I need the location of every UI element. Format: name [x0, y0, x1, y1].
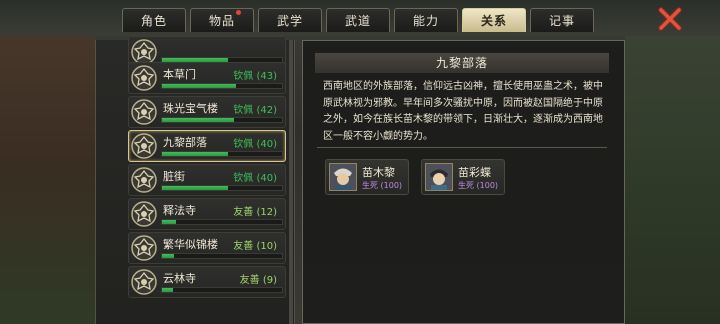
faction-emblem-icon — [129, 199, 159, 229]
faction-list-item[interactable]: 云林寺 友善 (9) — [128, 266, 286, 298]
faction-relation-status: 钦佩 (40) — [233, 173, 277, 184]
faction-list-item[interactable]: 脏街 钦佩 (40) — [128, 164, 286, 196]
relation-progress-bar — [161, 219, 283, 225]
faction-list-item[interactable]: 释法寺 友善 (12) — [128, 198, 286, 230]
faction-name: 繁华似锦楼 — [163, 238, 218, 251]
tab-martial-arts[interactable]: 武学 — [258, 8, 322, 32]
tab-label: 角色 — [140, 14, 167, 28]
tab-bar: 角色 物品 武学 武道 能力 关系 记事 — [122, 8, 594, 32]
divider — [317, 147, 607, 148]
relation-progress-bar — [161, 151, 283, 157]
tab-label: 记事 — [548, 14, 575, 28]
faction-emblem-icon — [129, 233, 159, 263]
close-button[interactable] — [657, 6, 683, 32]
tab-martial-way[interactable]: 武道 — [326, 8, 390, 32]
faction-relation-status: 友善 (12) — [233, 207, 277, 218]
tab-items[interactable]: 物品 — [190, 8, 254, 32]
relation-progress-bar — [161, 83, 283, 89]
relation-progress-fill — [162, 84, 237, 88]
member-relation: 生死 (100) — [458, 181, 499, 190]
tab-label: 关系 — [480, 14, 507, 28]
avatar — [425, 163, 453, 191]
faction-emblem-icon — [129, 97, 159, 127]
faction-emblem-icon — [129, 131, 159, 161]
tab-label: 武道 — [344, 14, 371, 28]
faction-name: 珠光宝气楼 — [163, 102, 218, 115]
close-x-icon — [658, 7, 682, 31]
avatar — [329, 163, 357, 191]
relation-progress-bar — [161, 253, 283, 259]
faction-name: 云林寺 — [163, 272, 196, 285]
tab-label: 武学 — [276, 14, 303, 28]
faction-detail-panel: 九黎部落 西南地区的外族部落，信仰远古凶神，擅长使用巫蛊之术，被中原武林视为邪教… — [302, 40, 625, 324]
relation-progress-fill — [162, 254, 174, 258]
relation-progress-bar — [161, 117, 283, 123]
member-name: 苗彩蝶 — [458, 166, 491, 179]
member-card[interactable]: 苗木黎 生死 (100) — [325, 159, 409, 195]
tab-relations[interactable]: 关系 — [462, 8, 526, 32]
relation-progress-fill — [162, 288, 173, 292]
relation-progress-bar — [161, 287, 283, 293]
faction-list-item[interactable]: 珠光宝气楼 钦佩 (42) — [128, 96, 286, 128]
faction-description: 西南地区的外族部落，信仰远古凶神，擅长使用巫蛊之术，被中原武林视为邪教。早年间多… — [323, 81, 603, 142]
faction-title: 九黎部落 — [315, 53, 609, 73]
faction-list-item[interactable]: 九黎部落 钦佩 (40) — [128, 130, 286, 162]
faction-relation-status: 友善 (10) — [233, 241, 277, 252]
faction-emblem-icon — [129, 267, 159, 297]
background-right — [625, 0, 720, 324]
faction-emblem-icon — [129, 165, 159, 195]
faction-list-item[interactable]: 本草门 钦佩 (43) — [128, 62, 286, 94]
relation-progress-fill — [162, 220, 177, 224]
tab-abilities[interactable]: 能力 — [394, 8, 458, 32]
faction-relation-status: 友善 (9) — [239, 275, 277, 286]
relation-progress-fill — [162, 118, 234, 122]
tab-label: 物品 — [208, 14, 235, 28]
tab-label: 能力 — [412, 14, 439, 28]
relation-progress-fill — [162, 152, 228, 156]
portrait-icon — [330, 164, 356, 190]
portrait-icon — [426, 164, 452, 190]
faction-name: 脏街 — [163, 170, 185, 183]
background-left — [0, 0, 95, 324]
faction-relation-status: 钦佩 (43) — [233, 71, 277, 82]
faction-relation-status: 钦佩 (42) — [233, 105, 277, 116]
tab-journal[interactable]: 记事 — [530, 8, 594, 32]
faction-name: 九黎部落 — [163, 136, 207, 149]
member-card[interactable]: 苗彩蝶 生死 (100) — [421, 159, 505, 195]
tab-character[interactable]: 角色 — [122, 8, 186, 32]
relation-progress-fill — [162, 186, 228, 190]
faction-emblem-icon — [129, 63, 159, 93]
faction-relation-status: 钦佩 (40) — [233, 139, 277, 150]
faction-list-scrollbar[interactable] — [289, 40, 293, 324]
faction-list[interactable]: 本草门 钦佩 (43) 珠光宝气楼 钦佩 (42) 九黎部落 钦佩 (40) 脏街 钦佩 (4… — [95, 36, 295, 324]
notification-dot — [236, 10, 241, 15]
faction-list-item[interactable]: 繁华似锦楼 友善 (10) — [128, 232, 286, 264]
member-relation: 生死 (100) — [362, 181, 403, 190]
faction-name: 释法寺 — [163, 204, 196, 217]
member-name: 苗木黎 — [362, 166, 395, 179]
relation-progress-bar — [161, 185, 283, 191]
faction-name: 本草门 — [163, 68, 196, 81]
